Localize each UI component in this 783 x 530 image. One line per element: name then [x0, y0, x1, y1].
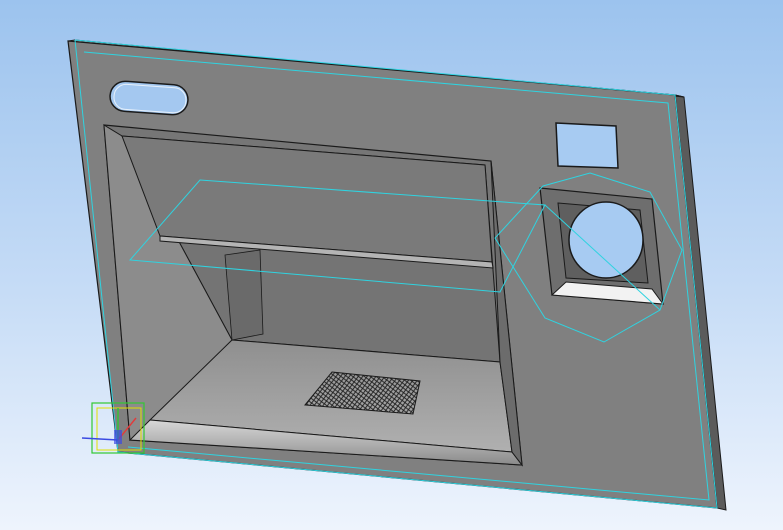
model-scene[interactable]: [0, 0, 783, 530]
triad-z-axis: [81, 437, 119, 441]
speaker-pocket[interactable]: [539, 187, 665, 305]
round-opening[interactable]: [568, 201, 644, 279]
recess-wall-shadow: [224, 249, 264, 341]
3d-viewport[interactable]: [0, 0, 783, 530]
square-window[interactable]: [555, 122, 619, 169]
slot-hole[interactable]: [109, 80, 189, 116]
triad-origin: [114, 430, 122, 444]
